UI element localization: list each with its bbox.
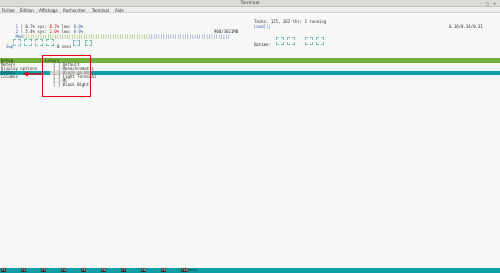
fkey-f4[interactable]: F4 [61, 268, 74, 273]
led-digit [24, 39, 32, 46]
uptime-label: Uptime: [254, 42, 271, 47]
secs-label: 0 secs [57, 44, 72, 49]
annotation-arrow-icon [23, 71, 43, 77]
maximize-icon[interactable]: □ [485, 1, 490, 6]
minimize-icon[interactable]: – [478, 1, 483, 6]
led-digit [287, 37, 295, 45]
mem-value: 900/3021MB [214, 29, 239, 34]
fkey-f8[interactable]: F8 [141, 268, 154, 273]
fkey-f1[interactable]: F1 [1, 268, 14, 273]
close-icon[interactable]: × [492, 1, 497, 6]
swp-label: Swp [6, 44, 14, 49]
led-digit [13, 39, 21, 46]
fkey-f5[interactable]: F5 [81, 268, 94, 273]
fkey-f2[interactable]: F2 [21, 268, 34, 273]
annotation-box [42, 55, 91, 97]
led-digit [85, 40, 92, 46]
function-key-bar: F1 F2 F3 F4 F5 F6 F7 F8 F9 F10Done [0, 268, 500, 273]
window-title: Terminal [240, 1, 260, 6]
led-digit [35, 39, 43, 46]
terminal-area[interactable]: 1 [ 0.7% sys: 0.7% low: 0.0% 2 [ 5.4% sy… [0, 13, 500, 268]
fkey-f10[interactable]: F10Done [181, 268, 197, 273]
fkey-f3[interactable]: F3 [41, 268, 54, 273]
led-digit [73, 40, 80, 46]
fkey-f9[interactable]: F9 [161, 268, 174, 273]
window-titlebar: Terminal – □ × [0, 0, 500, 7]
led-digit [46, 39, 54, 46]
fkey-f7[interactable]: F7 [121, 268, 134, 273]
led-digit [305, 37, 313, 45]
led-digit [316, 37, 324, 45]
led-digit [276, 37, 284, 45]
fkey-f6[interactable]: F6 [101, 268, 114, 273]
category-columns[interactable]: Columns [1, 75, 18, 79]
load-label: Load[|| [254, 24, 271, 29]
load-values: 0.16/0.34/0.31 [449, 24, 483, 29]
